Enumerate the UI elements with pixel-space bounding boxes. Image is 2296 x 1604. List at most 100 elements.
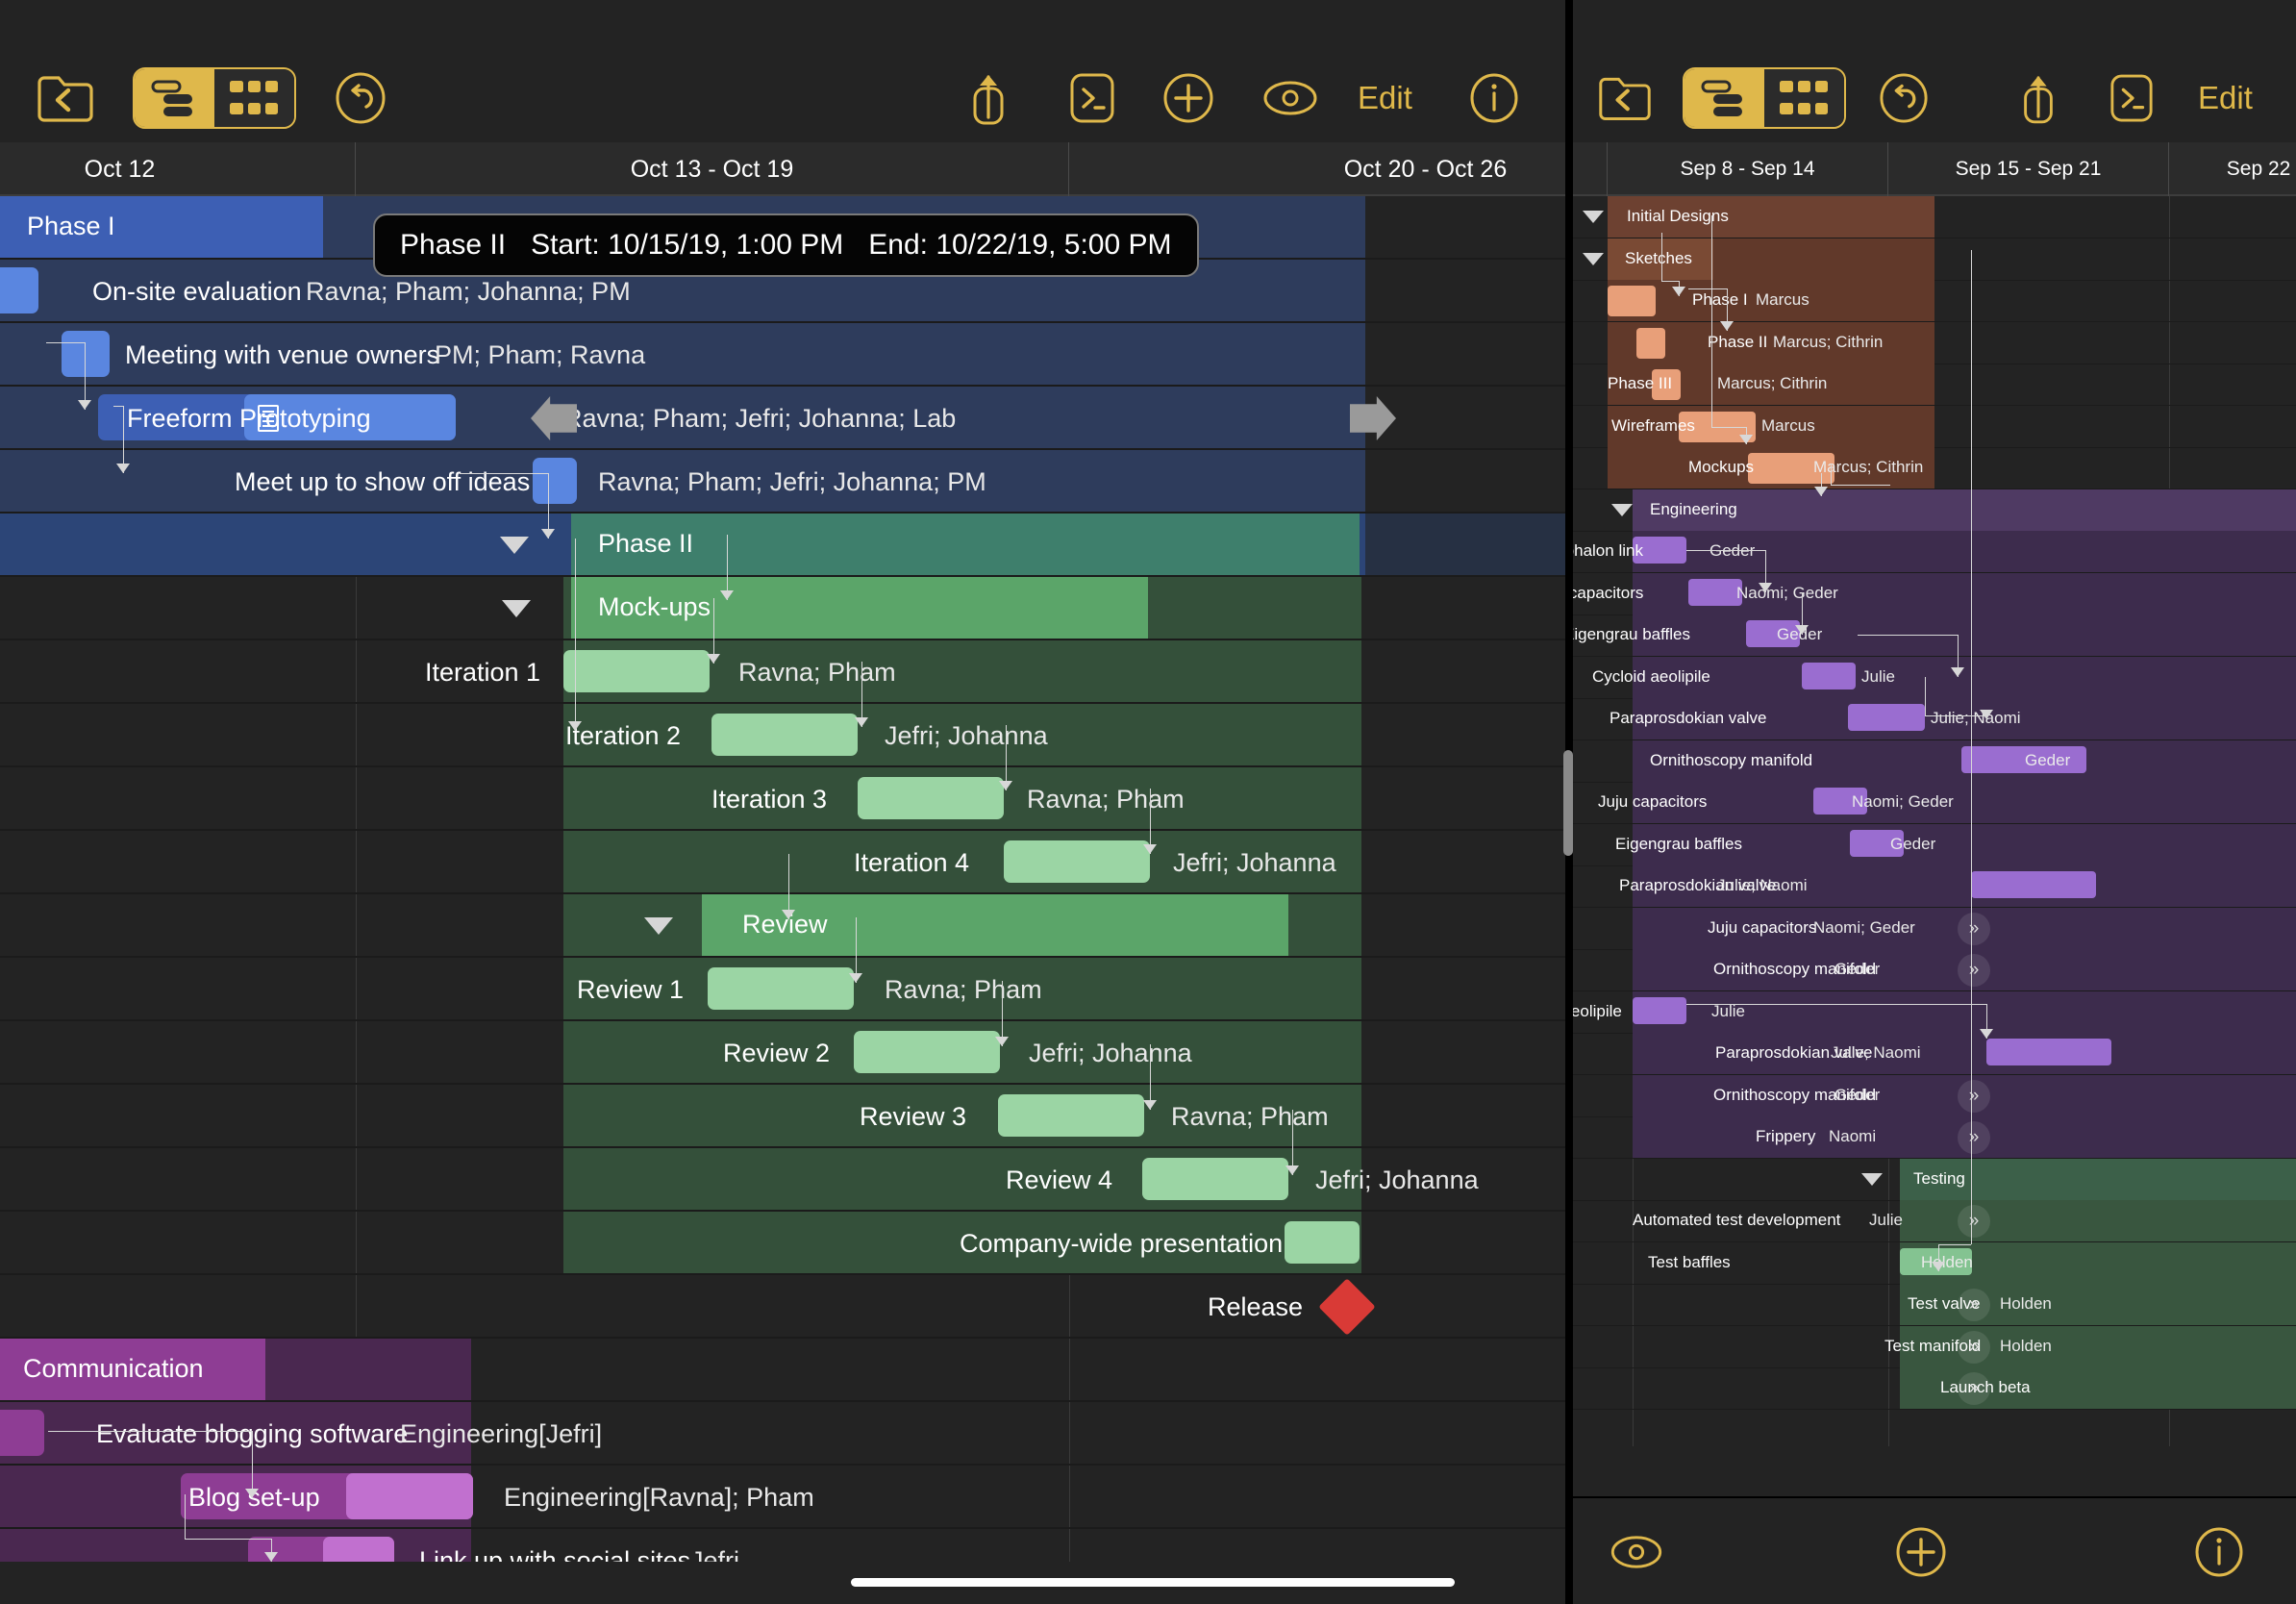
network-view-icon[interactable] — [214, 69, 294, 127]
folder-back-icon[interactable] — [37, 73, 94, 123]
disclosure-triangle[interactable] — [1583, 253, 1604, 265]
timeline-header-cell[interactable] — [1573, 142, 1608, 196]
timeline-header-cell[interactable]: Sep 22 - — [2169, 142, 2296, 196]
overflow-chevron-icon[interactable]: » — [1958, 1372, 1990, 1405]
gantt-row[interactable]: Ornithoscopy manifold Geder — [1573, 740, 2296, 783]
timeline-header-cell[interactable]: Oct 12 — [0, 142, 356, 196]
gantt-row[interactable]: Juju capacitors Naomi; Geder — [1573, 573, 2296, 615]
script-console-icon[interactable] — [2109, 72, 2154, 124]
gantt-row[interactable]: Review 1 Ravna; Pham — [0, 958, 1565, 1021]
gantt-row[interactable]: Ornithoscopy manifold Geder» — [1573, 1075, 2296, 1117]
gantt-row[interactable]: Communication — [0, 1339, 1565, 1402]
gantt-row[interactable]: Paraprosdokian valve Julie; Naomi — [1573, 698, 2296, 740]
task-bar[interactable] — [711, 714, 858, 756]
gantt-row[interactable]: Test manifold Holden» — [1573, 1326, 2296, 1368]
task-bar-progress[interactable] — [346, 1473, 473, 1519]
gantt-row[interactable]: Iteration 3 Ravna; Pham — [0, 767, 1565, 831]
task-bar[interactable] — [62, 331, 110, 377]
task-bar[interactable] — [1688, 579, 1742, 606]
edit-button[interactable]: Edit — [1358, 80, 1412, 116]
gantt-row[interactable]: Juju capacitors Naomi; Geder » — [1573, 908, 2296, 950]
disclosure-triangle[interactable] — [500, 537, 529, 554]
gantt-row[interactable]: Meet up to show off ideas Ravna; Pham; Je… — [0, 450, 1565, 514]
gantt-row[interactable]: Cycloid aeolipile Julie — [1573, 657, 2296, 699]
gantt-row[interactable]: Frippery Naomi » — [1573, 1116, 2296, 1159]
task-bar[interactable] — [854, 1031, 1000, 1073]
task-bar[interactable] — [0, 267, 38, 313]
gantt-row[interactable]: Engineering — [1573, 489, 2296, 532]
script-console-icon[interactable] — [1069, 71, 1115, 125]
right-gantt-grid[interactable]: Initial Designs Sketches Phase I Marcus Phas… — [1573, 196, 2296, 1446]
gantt-row[interactable]: Meeting with venue owners PM; Pham; Ravna — [0, 323, 1565, 387]
timeline-header-cell[interactable]: Oct 13 - Oct 19 — [356, 142, 1069, 196]
task-bar[interactable] — [1802, 663, 1856, 689]
task-bar[interactable] — [533, 458, 577, 504]
gantt-row[interactable]: Evaluate blogging software Engineering[Je… — [0, 1402, 1565, 1466]
task-bar[interactable] — [1142, 1158, 1288, 1200]
task-bar[interactable] — [708, 967, 854, 1010]
overflow-chevron-icon[interactable]: » — [1958, 1080, 1990, 1113]
gantt-row[interactable]: Link up with social sites Jefri — [0, 1529, 1565, 1562]
folder-back-icon[interactable] — [1598, 74, 1652, 122]
overflow-chevron-icon[interactable]: » — [1958, 1289, 1990, 1321]
gantt-row[interactable]: Review 2 Jefri; Johanna — [0, 1021, 1565, 1085]
gantt-row[interactable]: Blog set-up Engineering[Ravna]; Pham — [0, 1466, 1565, 1529]
overflow-chevron-icon[interactable]: » — [1958, 1331, 1990, 1364]
gantt-row[interactable]: Review 3 Ravna; Pham — [0, 1085, 1565, 1148]
task-bar[interactable] — [998, 1094, 1144, 1137]
gantt-row[interactable]: Iteration 1 Ravna; Pham — [0, 640, 1565, 704]
gantt-row[interactable]: Phase II Marcus; Cithrin — [1573, 322, 2296, 364]
gantt-row[interactable]: Mock-ups — [0, 577, 1565, 640]
gantt-row[interactable]: Testing — [1573, 1159, 2296, 1201]
gantt-row[interactable]: Company-wide presentation — [0, 1212, 1565, 1275]
gantt-row[interactable]: Sketches — [1573, 238, 2296, 281]
timeline-header-cell[interactable]: Sep 8 - Sep 14 — [1608, 142, 1888, 196]
info-icon[interactable] — [2194, 1527, 2244, 1577]
overflow-chevron-icon[interactable]: » — [1958, 954, 1990, 987]
undo-icon[interactable] — [1879, 73, 1929, 123]
task-bar[interactable] — [1986, 1039, 2111, 1065]
undo-icon[interactable] — [335, 72, 387, 124]
gantt-row[interactable]: Cycloid aeolipile Julie — [1573, 991, 2296, 1034]
gantt-row[interactable]: Release — [0, 1275, 1565, 1339]
disclosure-triangle[interactable] — [1861, 1173, 1883, 1186]
gantt-row[interactable]: Test valve Holden» — [1573, 1284, 2296, 1326]
outline-view-icon[interactable] — [135, 69, 214, 127]
overflow-chevron-icon[interactable]: » — [1958, 1205, 1990, 1238]
overflow-chevron-icon[interactable]: » — [1958, 913, 1990, 945]
disclosure-triangle[interactable] — [502, 600, 531, 617]
gantt-row[interactable]: Rhombencephalon link Geder — [1573, 531, 2296, 573]
gantt-row[interactable]: Iteration 2 Jefri; Johanna — [0, 704, 1565, 767]
gantt-row[interactable]: Initial Designs — [1573, 196, 2296, 238]
gantt-row[interactable]: Mockups Marcus; Cithrin — [1573, 447, 2296, 489]
gantt-row[interactable]: Paraprosdokian valve Julie; Naomi — [1573, 1033, 2296, 1075]
disclosure-triangle[interactable] — [1611, 504, 1633, 516]
task-bar[interactable] — [1636, 328, 1665, 359]
add-icon[interactable] — [1896, 1527, 1946, 1577]
task-bar[interactable] — [1971, 871, 2096, 898]
gantt-row[interactable]: Launch beta» — [1573, 1367, 2296, 1410]
task-bar[interactable] — [858, 777, 1004, 819]
view-mode-segmented-control[interactable] — [1683, 67, 1846, 129]
gantt-row[interactable]: Phase II — [0, 514, 1565, 577]
gantt-row[interactable]: Paraprosdokian valve Julie; Naomi — [1573, 865, 2296, 908]
gantt-row[interactable]: Eigengrau baffles Geder — [1573, 824, 2296, 866]
disclosure-triangle[interactable] — [1583, 211, 1604, 223]
task-bar[interactable] — [1608, 286, 1656, 316]
pane-splitter-handle[interactable] — [1563, 750, 1573, 856]
task-bar[interactable] — [1848, 704, 1925, 731]
gantt-row[interactable]: Ornithoscopy manifold Geder» — [1573, 949, 2296, 991]
gantt-row[interactable]: Review — [0, 894, 1565, 958]
gantt-row[interactable]: Iteration 4 Jefri; Johanna — [0, 831, 1565, 894]
task-bar[interactable] — [563, 650, 710, 692]
add-icon[interactable] — [1163, 73, 1213, 123]
overflow-chevron-icon[interactable]: » — [1958, 1121, 1990, 1154]
share-icon[interactable] — [2017, 70, 2059, 126]
edit-button[interactable]: Edit — [2198, 80, 2253, 116]
timeline-header-cell[interactable]: Sep 15 - Sep 21 — [1888, 142, 2169, 196]
gantt-row[interactable]: Eigengrau baffles Geder — [1573, 614, 2296, 657]
task-bar[interactable] — [1285, 1221, 1360, 1264]
disclosure-triangle[interactable] — [644, 917, 673, 935]
gantt-row[interactable]: Freeform Prototyping Ravna; Pham; Jefri; … — [0, 387, 1565, 450]
view-options-icon[interactable] — [1610, 1534, 1663, 1570]
